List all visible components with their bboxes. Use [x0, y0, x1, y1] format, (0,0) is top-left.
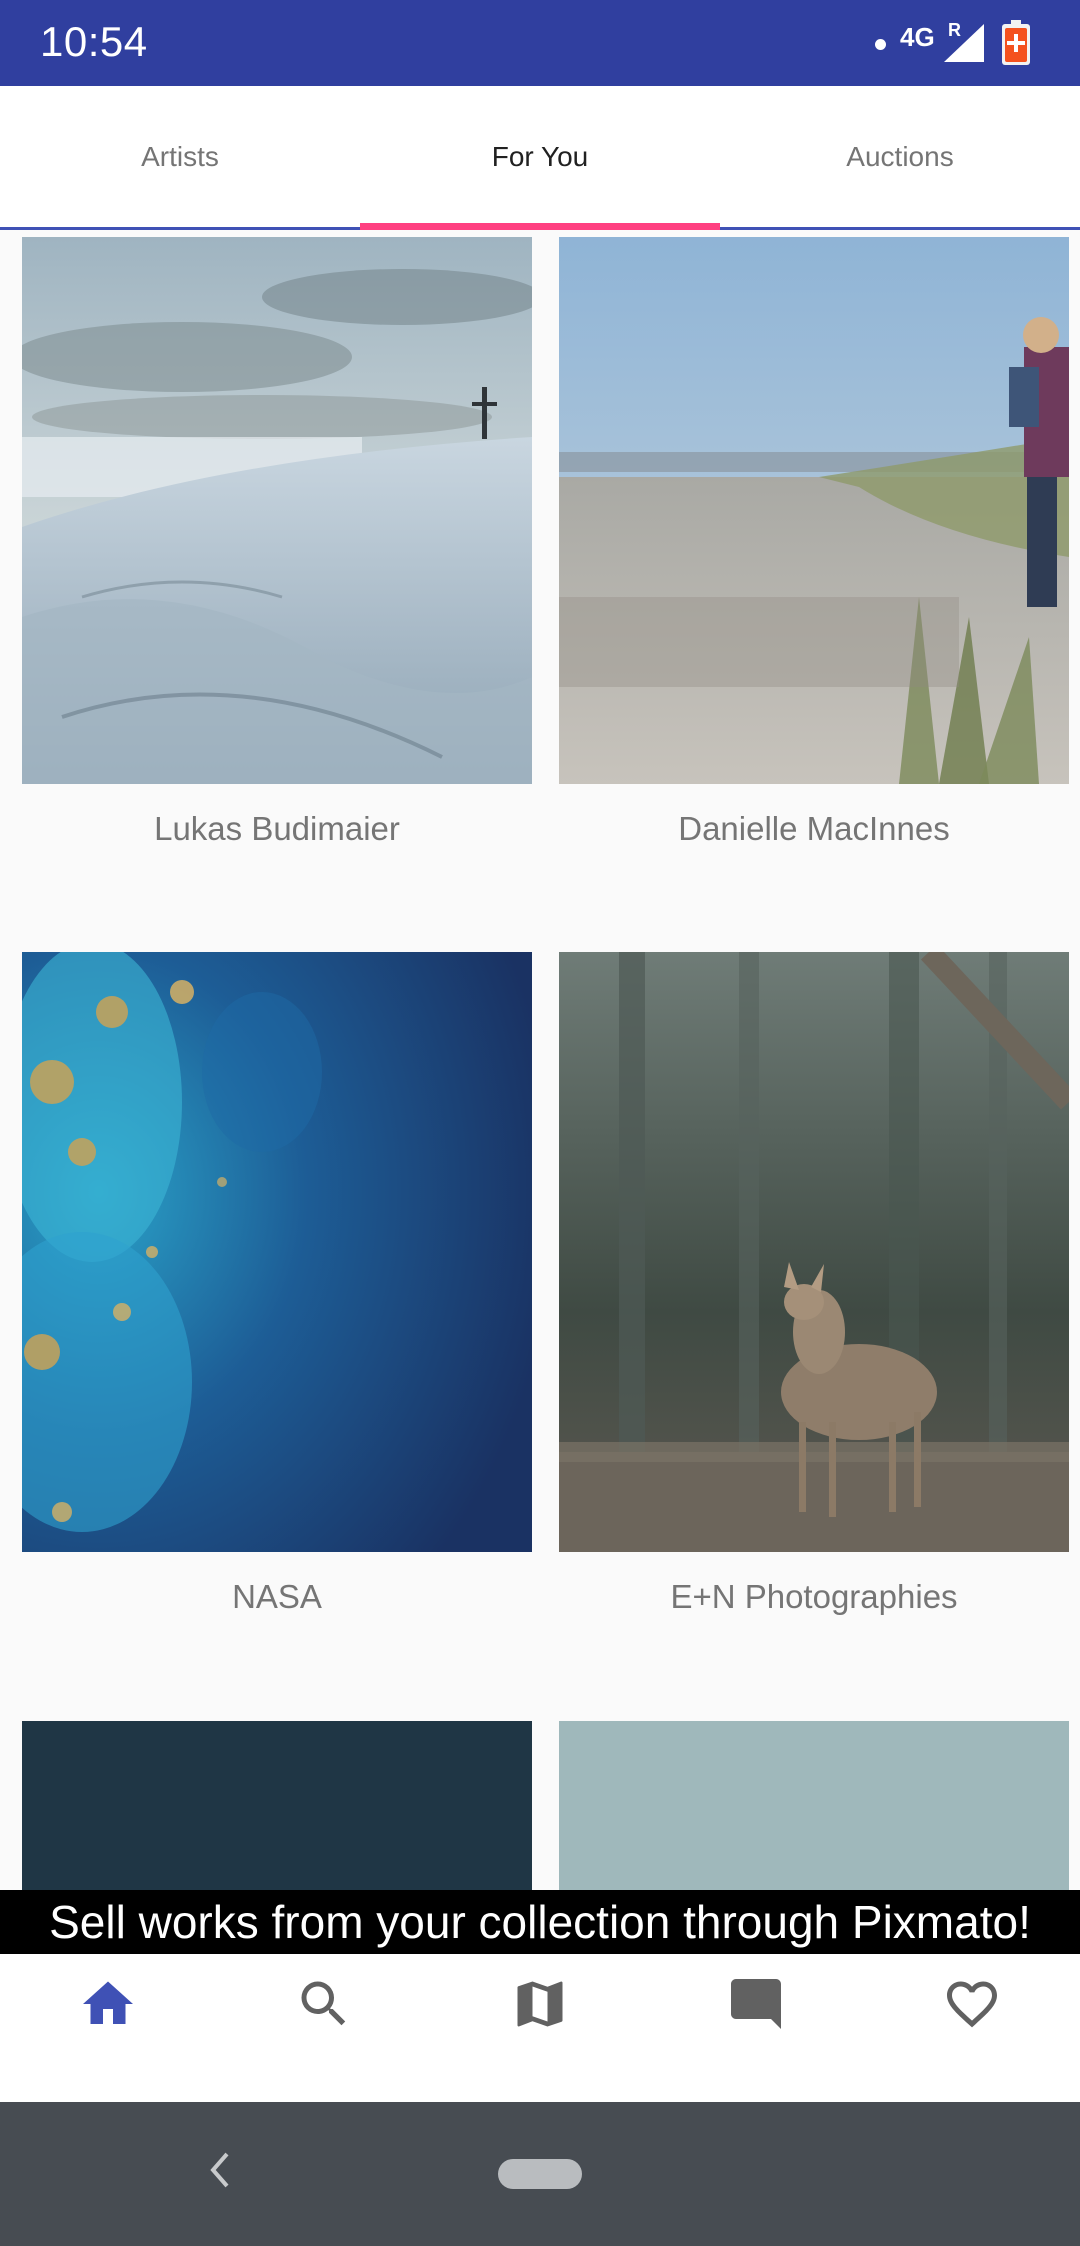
artwork-grid[interactable]: Lukas Budimaier Danielle MacInnes NASA E…: [0, 230, 1080, 1890]
artwork-image[interactable]: [22, 237, 532, 784]
back-icon[interactable]: [205, 2146, 235, 2194]
tab-artists[interactable]: Artists: [0, 86, 360, 227]
snowy-mountain-image: [22, 237, 532, 784]
artwork-card[interactable]: [22, 1721, 532, 1890]
nav-favorites-button[interactable]: [864, 1954, 1080, 2102]
heart-icon: [947, 1981, 997, 2028]
notification-dot-icon: [875, 39, 886, 50]
artwork-card[interactable]: Lukas Budimaier: [22, 237, 532, 848]
system-navigation-bar: [0, 2102, 1080, 2246]
artwork-card[interactable]: [559, 1721, 1069, 1890]
dark-teal-image: [22, 1721, 532, 1890]
network-type: 4G: [900, 22, 935, 52]
portrait-image: [559, 1721, 1069, 1890]
nav-map-button[interactable]: [432, 1954, 648, 2102]
tab-bar: Artists For You Auctions: [0, 86, 1080, 230]
status-bar: 10:54 4G R: [0, 0, 1080, 86]
artwork-image[interactable]: [22, 1721, 532, 1890]
nav-search-button[interactable]: [216, 1954, 432, 2102]
artist-name[interactable]: E+N Photographies: [559, 1578, 1069, 1616]
chat-icon: [731, 1979, 781, 2029]
artwork-card[interactable]: NASA: [22, 952, 532, 1616]
ocean-from-space-image: [22, 952, 532, 1552]
signal-icon: [944, 24, 984, 62]
nav-home-button[interactable]: [0, 1954, 216, 2102]
tab-auctions[interactable]: Auctions: [720, 86, 1080, 227]
artwork-image[interactable]: [22, 952, 532, 1552]
active-tab-indicator: [360, 223, 720, 230]
bottom-navigation: [0, 1954, 1080, 2102]
status-time: 10:54: [40, 18, 148, 65]
promo-banner[interactable]: Sell works from your collection through …: [0, 1890, 1080, 1954]
home-pill-button[interactable]: [498, 2159, 582, 2189]
tab-for-you[interactable]: For You: [360, 86, 720, 227]
artwork-image[interactable]: [559, 237, 1069, 784]
search-icon: [301, 1981, 346, 2026]
artwork-card[interactable]: Danielle MacInnes: [559, 237, 1069, 848]
beach-path-image: [559, 237, 1069, 784]
map-icon: [517, 1981, 563, 2027]
artwork-image[interactable]: [559, 1721, 1069, 1890]
app-screen: 10:54 4G R Artists For You Auctions Luka…: [0, 0, 1080, 2246]
artwork-image[interactable]: [559, 952, 1069, 1552]
fawn-in-forest-image: [559, 952, 1069, 1552]
artist-name[interactable]: Danielle MacInnes: [559, 810, 1069, 848]
battery-charging-icon: [1002, 20, 1030, 65]
nav-messages-button[interactable]: [648, 1954, 864, 2102]
artwork-card[interactable]: E+N Photographies: [559, 952, 1069, 1616]
artist-name[interactable]: Lukas Budimaier: [22, 810, 532, 848]
artist-name[interactable]: NASA: [22, 1578, 532, 1616]
home-icon: [83, 1981, 133, 2024]
